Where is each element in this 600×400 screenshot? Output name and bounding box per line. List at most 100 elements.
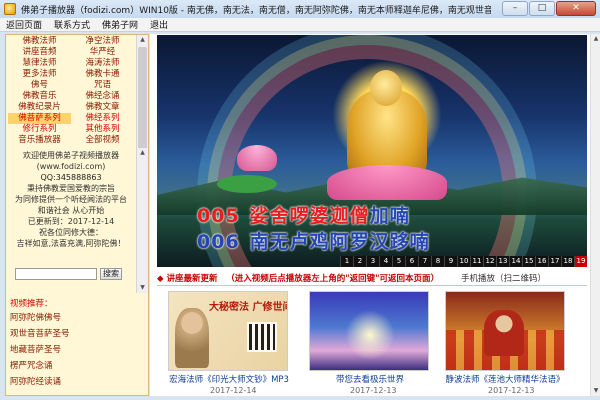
- window-controls: – □ ✕: [501, 1, 596, 16]
- lotus-seat: [327, 165, 447, 200]
- video-thumbnail[interactable]: 大秘密法 广修世间: [168, 291, 288, 371]
- welcome-line: QQ:345888863: [40, 173, 102, 182]
- page-button[interactable]: 4: [379, 256, 392, 267]
- category-item[interactable]: 音乐播放器: [8, 135, 71, 146]
- category-item[interactable]: 佛经系列: [71, 113, 134, 124]
- menu-bar: 返回页面 联系方式 佛弟子网 退出: [0, 18, 600, 32]
- page-button[interactable]: 14: [509, 256, 522, 267]
- menu-exit[interactable]: 退出: [150, 18, 168, 31]
- search-input[interactable]: [15, 268, 97, 280]
- category-item[interactable]: 佛经念诵: [71, 91, 134, 102]
- maximize-button[interactable]: □: [529, 1, 555, 16]
- video-thumbnail[interactable]: [309, 291, 429, 371]
- welcome-line: 欢迎使用佛弟子视频播放器: [23, 151, 119, 160]
- lyric-number: 006: [197, 231, 240, 253]
- page-button-active[interactable]: 19: [574, 256, 587, 267]
- category-row: 讲座音频 华严经: [8, 47, 134, 58]
- video-caption[interactable]: 静波法师《莲池大师精华法语》: [440, 373, 570, 385]
- video-date: 2017-12-14: [210, 386, 257, 395]
- page-button[interactable]: 3: [366, 256, 379, 267]
- scroll-down-icon[interactable]: ▼: [591, 386, 600, 396]
- scroll-up-icon[interactable]: ▲: [591, 34, 600, 44]
- video-item[interactable]: 观世音菩萨圣号: [10, 326, 130, 342]
- category-row: 佛教音乐 佛经念诵: [8, 91, 134, 102]
- video-item[interactable]: 地藏菩萨圣号: [10, 342, 130, 358]
- scroll-up-icon[interactable]: ▲: [137, 148, 148, 158]
- scroll-down-icon[interactable]: ▼: [137, 283, 148, 293]
- page-button[interactable]: 18: [561, 256, 574, 267]
- category-row: 慧律法师 海涛法师: [8, 58, 134, 69]
- category-item[interactable]: 佛教文章: [71, 102, 134, 113]
- video-caption[interactable]: 带您去看极乐世界: [305, 373, 435, 385]
- search-button[interactable]: 搜索: [100, 268, 122, 280]
- category-row: 佛号 咒语: [8, 80, 134, 91]
- lyric-sung: 娑舍啰婆迦僧: [249, 205, 370, 227]
- page-button[interactable]: 9: [444, 256, 457, 267]
- menu-contact[interactable]: 联系方式: [54, 18, 90, 31]
- category-item-selected[interactable]: 佛菩萨系列: [8, 113, 71, 124]
- lotus-leaf: [217, 175, 277, 193]
- category-item[interactable]: 全部视频: [71, 135, 134, 146]
- news-bar: ◆ 讲座最新更新 （进入视频后点播放器左上角的"返回键"可返回本页面） 手机播放…: [157, 272, 587, 284]
- category-row: 佛菩萨系列 佛经系列: [8, 113, 134, 124]
- welcome-line: 吉祥如意,法喜充满,阿弥陀佛！: [16, 239, 126, 248]
- video-thumbnail[interactable]: [445, 291, 565, 371]
- category-item[interactable]: 佛教音乐: [8, 91, 71, 102]
- page-button[interactable]: 1: [340, 256, 353, 267]
- page-button[interactable]: 16: [535, 256, 548, 267]
- welcome-line: 和谐社会 从心开始: [37, 206, 105, 215]
- category-item[interactable]: 修行系列: [8, 124, 71, 135]
- welcome-line: 为同修提供一个听经闻法的平台: [15, 195, 127, 204]
- page-button[interactable]: 2: [353, 256, 366, 267]
- welcome-line: 秉持佛教爱国爱教的宗旨: [27, 184, 115, 193]
- mobile-play-link[interactable]: 手机播放（扫二维码）: [461, 272, 546, 284]
- category-item[interactable]: 海涛法师: [71, 58, 134, 69]
- news-label: ◆ 讲座最新更新: [157, 274, 218, 284]
- news-tip: （进入视频后点播放器左上角的"返回键"可返回本页面）: [226, 274, 440, 284]
- buddha-head: [370, 70, 402, 106]
- category-item[interactable]: 佛教卡通: [71, 69, 134, 80]
- page-button[interactable]: 11: [470, 256, 483, 267]
- app-icon: [4, 3, 16, 15]
- category-item[interactable]: 净空法师: [71, 36, 134, 47]
- video-date: 2017-12-13: [488, 386, 535, 395]
- page-button[interactable]: 8: [431, 256, 444, 267]
- category-item[interactable]: 佛号: [8, 80, 71, 91]
- category-item[interactable]: 慧律法师: [8, 58, 71, 69]
- category-item[interactable]: 佛教纪录片: [8, 102, 71, 113]
- category-item[interactable]: 咒语: [71, 80, 134, 91]
- page-button[interactable]: 10: [457, 256, 470, 267]
- category-grid: 佛教法师 净空法师 讲座音频 华严经 慧律法师 海涛法师 更多法师 佛教卡通 佛…: [8, 36, 134, 146]
- scroll-up-icon[interactable]: ▲: [137, 35, 148, 45]
- minimize-button[interactable]: –: [502, 1, 528, 16]
- category-item[interactable]: 讲座音频: [8, 47, 71, 58]
- title-bar: 佛弟子播放器（fodizi.com）WIN10版 - 南无佛，南无法，南无僧，南…: [0, 0, 600, 18]
- welcome-line: (www.fodizi.com): [36, 162, 106, 171]
- page-button[interactable]: 6: [405, 256, 418, 267]
- page-button[interactable]: 12: [483, 256, 496, 267]
- video-banner[interactable]: 005 娑舍啰婆迦僧加喃 006 南无卢鸡阿罗汉跢喃: [157, 35, 587, 267]
- page-button[interactable]: 5: [392, 256, 405, 267]
- menu-back[interactable]: 返回页面: [6, 18, 42, 31]
- lotus-flower: [237, 145, 277, 171]
- page-button[interactable]: 15: [522, 256, 535, 267]
- video-item[interactable]: 楞严咒念诵: [10, 358, 130, 374]
- video-date: 2017-12-13: [350, 386, 397, 395]
- category-item[interactable]: 华严经: [71, 47, 134, 58]
- video-item[interactable]: 阿弥陀经读诵: [10, 374, 130, 390]
- page-button[interactable]: 13: [496, 256, 509, 267]
- category-row: 佛教纪录片 佛教文章: [8, 102, 134, 113]
- page-button[interactable]: 17: [548, 256, 561, 267]
- close-button[interactable]: ✕: [556, 1, 596, 16]
- category-item[interactable]: 佛教法师: [8, 36, 71, 47]
- category-item[interactable]: 更多法师: [8, 69, 71, 80]
- video-item[interactable]: 阿弥陀佛佛号: [10, 310, 130, 326]
- video-caption[interactable]: 宏海法师《印光大师文钞》MP3: [164, 373, 294, 385]
- content-scrollbar[interactable]: ▲ ▼: [590, 34, 600, 396]
- welcome-line: 祝各位同修大德：: [39, 228, 103, 237]
- menu-website[interactable]: 佛弟子网: [102, 18, 138, 31]
- welcome-scrollbar[interactable]: ▲ ▼: [136, 148, 148, 293]
- lyric-line-1: 005 娑舍啰婆迦僧加喃: [197, 201, 410, 228]
- page-button[interactable]: 7: [418, 256, 431, 267]
- category-item[interactable]: 其他系列: [71, 124, 134, 135]
